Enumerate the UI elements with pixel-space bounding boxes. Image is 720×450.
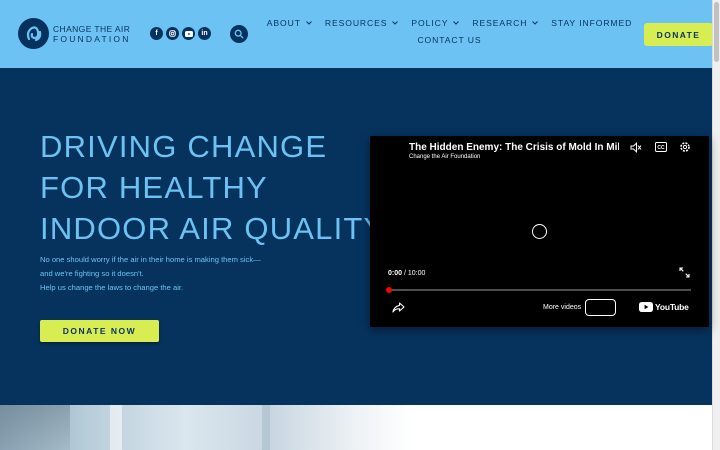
facebook-icon[interactable]: f [150,27,163,40]
logo-text: CHANGE THE AIR FOUNDATION [53,24,131,44]
nav-item-label: RESOURCES [324,17,388,28]
nav-item-label: STAY INFORMED [551,17,633,28]
hero-subtext: No one should worry if the air in their … [40,253,261,295]
subtext-line-1: No one should worry if the air in their … [40,255,261,264]
facebook-glyph: f [155,30,158,37]
time-current: 0:00 [388,270,403,277]
logo-line-1: CHANGE THE AIR [53,23,131,34]
youtube-play-icon [639,302,653,312]
nav-item-resources[interactable]: RESOURCES [325,18,399,28]
youtube-wordmark: YouTube [655,302,689,312]
settings-gear-icon[interactable] [679,141,691,153]
nav-row-1: ABOUT RESOURCES POLICY RESEARCH STAY INF… [267,14,632,31]
video-progress-bar[interactable] [386,287,691,293]
social-links: f in [150,27,211,40]
nav-item-research[interactable]: RESEARCH [472,17,539,28]
headline-line-1: DRIVING CHANGE [40,129,328,164]
nav-item-label: CONTACT US [417,34,482,45]
scrollbar-thumb[interactable] [714,2,719,62]
chevron-down-icon [306,20,312,25]
nav-item-stay-informed[interactable]: STAY INFORMED [551,18,632,28]
more-videos-toggle[interactable] [585,299,616,316]
mute-icon[interactable] [630,142,642,153]
fullscreen-icon[interactable] [679,267,690,278]
nav-item-label: RESEARCH [472,17,528,28]
logo-mark-icon [18,18,49,49]
photo-window-light [110,405,122,450]
site-header: CHANGE THE AIR FOUNDATION f in ABOUT RES… [0,0,713,68]
video-player[interactable]: The Hidden Enemy: The Crisis of Mold In … [370,136,709,327]
nav-item-policy[interactable]: POLICY [411,17,460,28]
video-time: 0:00 / 10:00 [388,270,425,277]
chevron-down-icon [453,20,460,25]
logo-line-2: FOUNDATION [53,33,131,44]
youtube-logo[interactable]: YouTube [639,302,689,312]
headline-line-2: FOR HEALTHY [40,170,268,205]
hero-headline: DRIVING CHANGE FOR HEALTHY INDOOR AIR QU… [40,126,385,249]
chevron-down-icon [532,20,539,25]
instagram-icon[interactable] [166,27,179,40]
headline-line-3: INDOOR AIR QUALITY [40,211,386,246]
search-icon[interactable] [230,25,248,43]
hero-section: DRIVING CHANGE FOR HEALTHY INDOOR AIR QU… [0,68,712,405]
subtext-line-2: and we're fighting so it doesn't. [40,269,144,278]
photo-shade [0,405,70,450]
main-nav: ABOUT RESOURCES POLICY RESEARCH STAY INF… [267,14,632,48]
site-logo[interactable]: CHANGE THE AIR FOUNDATION [18,18,131,49]
svg-text:CC: CC [657,145,665,151]
loading-spinner-icon [532,224,547,239]
share-icon[interactable] [392,302,405,313]
subtext-line-3: Help us change the laws to change the ai… [40,283,184,292]
linkedin-icon[interactable]: in [198,27,211,40]
page-scrollbar[interactable] [712,0,720,450]
more-videos-label[interactable]: More videos [543,304,581,311]
captions-icon[interactable]: CC [655,142,667,152]
video-channel[interactable]: Change the Air Foundation [409,154,480,160]
youtube-icon[interactable] [182,27,195,40]
video-title[interactable]: The Hidden Enemy: The Crisis of Mold In … [409,142,619,153]
nav-item-contact-us[interactable]: CONTACT US [417,35,481,45]
video-scrubber-handle[interactable] [386,287,392,293]
linkedin-glyph: in [201,30,208,37]
donate-button[interactable]: DONATE [644,23,713,46]
nav-item-label: ABOUT [266,17,301,28]
nav-row-2: CONTACT US [282,31,617,48]
nav-item-label: POLICY [411,17,449,28]
nav-item-about[interactable]: ABOUT [267,18,312,28]
time-total: 10:00 [407,270,426,277]
chevron-down-icon [392,20,399,25]
hero-background-photo [0,405,712,450]
photo-window-frame [262,405,270,450]
donate-now-button[interactable]: DONATE NOW [40,320,159,342]
